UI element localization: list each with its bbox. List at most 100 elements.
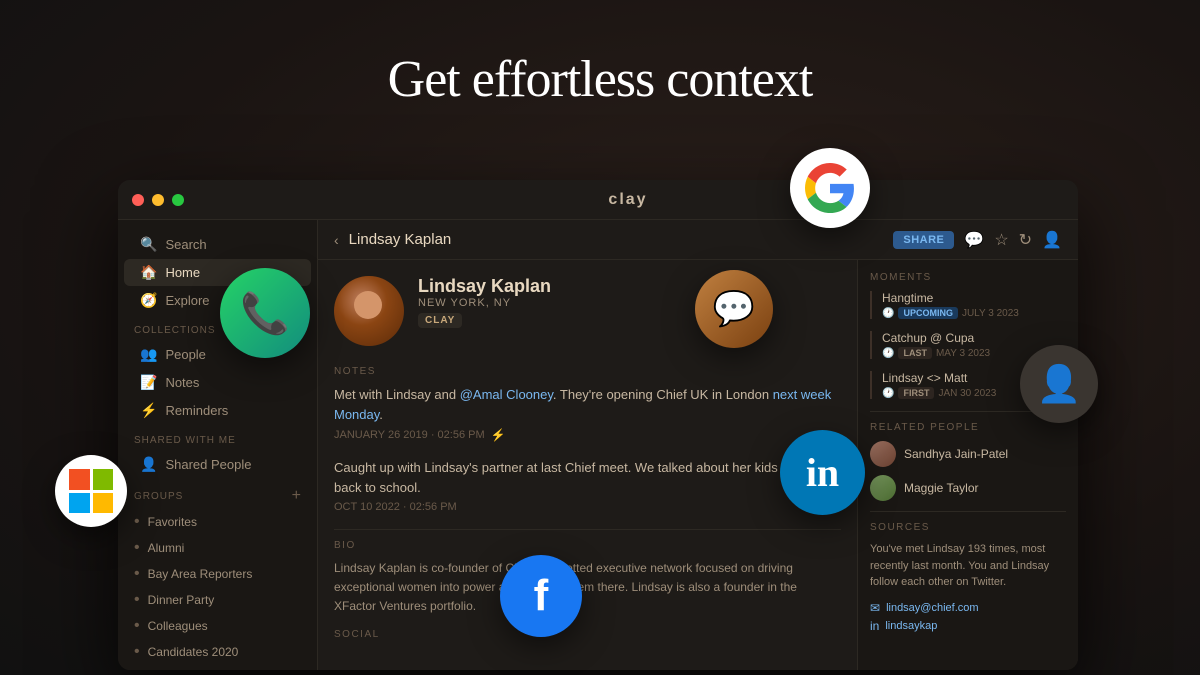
related-person-maggie[interactable]: Maggie Taylor: [870, 475, 1066, 501]
chat-icon: 💬: [695, 270, 773, 348]
group-label: Favorites: [148, 515, 197, 529]
shared-people-label: Shared People: [165, 457, 251, 472]
whatsapp-icon: 📞: [220, 268, 310, 358]
linkedin-handle: lindsaykap: [885, 620, 937, 632]
amal-link[interactable]: @Amal Clooney: [460, 387, 553, 402]
sidebar-item-reminders[interactable]: ⚡ Reminders: [124, 397, 311, 424]
sidebar-item-notes[interactable]: 📝 Notes: [124, 369, 311, 396]
clock-icon: 🕐: [882, 308, 894, 319]
bio-text: Lindsay Kaplan is co-founder of Chief, t…: [334, 559, 841, 617]
note-meta-1: JANUARY 26 2019 · 02:56 PM ⚡: [334, 428, 841, 442]
moment-name-1: Catchup @ Cupa: [882, 331, 1066, 345]
left-panel: Lindsay Kaplan NEW YORK, NY CLAY NOTES M…: [318, 260, 858, 670]
divider: [334, 529, 841, 530]
bolt-icon: ⚡: [491, 428, 506, 442]
shared-icon: 👤: [140, 456, 157, 473]
person-icon: 👤: [1020, 345, 1098, 423]
group-goat[interactable]: GOAT: [118, 665, 317, 670]
moment-badge-upcoming: UPCOMING: [898, 307, 958, 319]
groups-header: GROUPS +: [118, 479, 317, 509]
bio-section-label: BIO: [334, 540, 841, 551]
shared-with-me-label: SHARED WITH ME: [118, 425, 317, 450]
group-label: Colleagues: [148, 619, 208, 633]
group-alumni[interactable]: Alumni: [118, 535, 317, 561]
group-label: Candidates 2020: [148, 645, 239, 659]
close-button[interactable]: [132, 194, 144, 206]
notes-icon: 📝: [140, 374, 157, 391]
group-favorites[interactable]: Favorites: [118, 509, 317, 535]
group-colleagues[interactable]: Colleagues: [118, 613, 317, 639]
sidebar-item-search[interactable]: 🔍 Search: [124, 231, 311, 258]
app-logo: clay: [608, 191, 647, 209]
groups-label: GROUPS: [134, 491, 183, 502]
sources-label: SOURCES: [870, 522, 1066, 533]
message-icon[interactable]: 💬: [964, 230, 984, 250]
clock-icon-2: 🕐: [882, 388, 894, 399]
home-label: Home: [165, 265, 200, 280]
avatar-maggie: [870, 475, 896, 501]
email-link: lindsay@chief.com: [886, 602, 978, 614]
avatar-sandhya: [870, 441, 896, 467]
explore-label: Explore: [165, 293, 209, 308]
social-section-label: SOCIAL: [334, 629, 841, 640]
content-header: ‹ Lindsay Kaplan SHARE 💬 ☆ ↻ 👤: [318, 220, 1078, 260]
notes-section-label: NOTES: [334, 366, 841, 377]
minimize-button[interactable]: [152, 194, 164, 206]
moment-date-1: MAY 3 2023: [936, 348, 990, 359]
moment-date-2: JAN 30 2023: [938, 388, 996, 399]
contact-name-header: Lindsay Kaplan: [349, 231, 452, 248]
note-date-1: JANUARY 26 2019 · 02:56 PM: [334, 429, 485, 441]
app-window: clay 🔍 Search 🏠 Home 🧭 Explore COLLECTIO…: [118, 180, 1078, 670]
group-dinner-party[interactable]: Dinner Party: [118, 587, 317, 613]
moment-badge-first: FIRST: [898, 387, 934, 399]
refresh-icon[interactable]: ↻: [1019, 230, 1032, 250]
group-label: Bay Area Reporters: [148, 567, 253, 581]
divider-3: [870, 511, 1066, 512]
right-panel: MOMENTS Hangtime 🕐 UPCOMING JULY 3 2023 …: [858, 260, 1078, 670]
group-label: Dinner Party: [148, 593, 215, 607]
google-icon: [790, 148, 870, 228]
profile-location: NEW YORK, NY: [418, 297, 841, 309]
star-icon[interactable]: ☆: [994, 230, 1008, 250]
reminders-label: Reminders: [165, 403, 228, 418]
source-email[interactable]: ✉ lindsay@chief.com: [870, 601, 1066, 615]
group-label: Alumni: [148, 541, 185, 555]
related-person-sandhya[interactable]: Sandhya Jain-Patel: [870, 441, 1066, 467]
moment-meta-0: 🕐 UPCOMING JULY 3 2023: [882, 307, 1066, 319]
related-people-label: RELATED PEOPLE: [870, 422, 1066, 433]
people-icon: 👥: [140, 346, 157, 363]
maximize-button[interactable]: [172, 194, 184, 206]
sidebar-item-shared-people[interactable]: 👤 Shared People: [124, 451, 311, 478]
note-date-2: OCT 10 2022 · 02:56 PM: [334, 501, 457, 513]
facebook-icon: f: [500, 555, 582, 637]
moment-badge-last: LAST: [898, 347, 932, 359]
reminders-icon: ⚡: [140, 402, 157, 419]
profile-info: Lindsay Kaplan NEW YORK, NY CLAY: [418, 276, 841, 328]
note-item: Met with Lindsay and @Amal Clooney. They…: [334, 385, 841, 442]
profile-tag: CLAY: [418, 313, 462, 328]
avatar: [334, 276, 404, 346]
profile-name: Lindsay Kaplan: [418, 276, 841, 297]
people-label: People: [165, 347, 205, 362]
moment-hangtime[interactable]: Hangtime 🕐 UPCOMING JULY 3 2023: [870, 291, 1066, 319]
person-name-maggie: Maggie Taylor: [904, 481, 978, 495]
group-candidates[interactable]: Candidates 2020: [118, 639, 317, 665]
sources-text: You've met Lindsay 193 times, most recen…: [870, 541, 1066, 591]
note-text-2: Caught up with Lindsay's partner at last…: [334, 458, 841, 497]
source-linkedin[interactable]: in lindsaykap: [870, 619, 1066, 633]
back-button[interactable]: ‹: [334, 232, 339, 248]
moment-name-0: Hangtime: [882, 291, 1066, 305]
hero-title: Get effortless context: [0, 50, 1200, 109]
moments-label: MOMENTS: [870, 272, 1066, 283]
note-item-2: Caught up with Lindsay's partner at last…: [334, 458, 841, 513]
add-group-button[interactable]: +: [292, 487, 301, 505]
user-icon[interactable]: 👤: [1042, 230, 1062, 250]
home-icon: 🏠: [140, 264, 157, 281]
content-area: ‹ Lindsay Kaplan SHARE 💬 ☆ ↻ 👤: [318, 220, 1078, 670]
person-name-sandhya: Sandhya Jain-Patel: [904, 447, 1008, 461]
moment-date-0: JULY 3 2023: [962, 308, 1019, 319]
share-button[interactable]: SHARE: [893, 231, 954, 249]
clock-icon-1: 🕐: [882, 348, 894, 359]
group-bay-area[interactable]: Bay Area Reporters: [118, 561, 317, 587]
notes-label: Notes: [165, 375, 199, 390]
